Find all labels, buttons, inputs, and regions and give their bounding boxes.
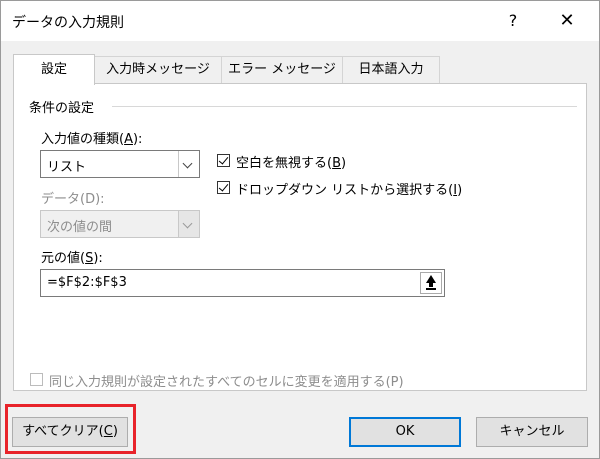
check-icon [218, 154, 229, 165]
ok-button[interactable]: OK [349, 417, 461, 447]
source-label: 元の値(S): [41, 251, 103, 266]
data-validation-dialog: データの入力規則 ? ✕ 設定 入力時メッセージ エラー メッセージ 日本語入力… [0, 0, 600, 459]
source-value: =$F$2:$F$3 [47, 275, 127, 290]
chevron-down-icon [182, 158, 193, 169]
settings-panel: 条件の設定 入力値の種類(A): リスト 空白を無視する(B) ドロップダウン … [13, 83, 587, 391]
tab-settings[interactable]: 設定 [13, 54, 95, 85]
group-divider [112, 106, 577, 107]
title-bar: データの入力規則 ? ✕ [1, 1, 599, 41]
close-icon[interactable]: ✕ [553, 9, 581, 33]
criteria-group-label: 条件の設定 [29, 101, 95, 116]
tab-input-message[interactable]: 入力時メッセージ [94, 56, 222, 83]
data-operator-label: データ(D): [41, 192, 105, 207]
allow-label: 入力値の種類(A): [41, 132, 143, 147]
dropdown-label: ドロップダウン リストから選択する(I) [236, 183, 463, 198]
apply-all-label: 同じ入力規則が設定されたすべてのセルに変更を適用する(P) [49, 375, 404, 390]
tab-ime[interactable]: 日本語入力 [342, 56, 440, 83]
check-icon [218, 181, 229, 192]
allow-value: リスト [47, 160, 87, 175]
highlight-frame [5, 404, 136, 454]
allow-select[interactable]: リスト [40, 150, 200, 178]
apply-all-checkbox [30, 373, 43, 386]
ignore-blank-checkbox[interactable] [217, 154, 230, 167]
data-operator-dropdown-button [178, 211, 199, 237]
dropdown-checkbox[interactable] [217, 181, 230, 194]
dialog-title: データの入力規則 [12, 15, 124, 31]
source-input[interactable]: =$F$2:$F$3 [40, 269, 445, 297]
tab-error-message[interactable]: エラー メッセージ [221, 56, 343, 83]
ignore-blank-label: 空白を無視する(B) [236, 156, 347, 171]
chevron-down-icon [182, 218, 193, 229]
data-operator-select: 次の値の間 [40, 210, 200, 238]
collapse-dialog-button[interactable] [420, 272, 442, 294]
help-icon[interactable]: ? [501, 9, 525, 33]
allow-dropdown-button[interactable] [178, 151, 199, 177]
cancel-button[interactable]: キャンセル [476, 417, 588, 447]
data-operator-value: 次の値の間 [47, 220, 113, 235]
